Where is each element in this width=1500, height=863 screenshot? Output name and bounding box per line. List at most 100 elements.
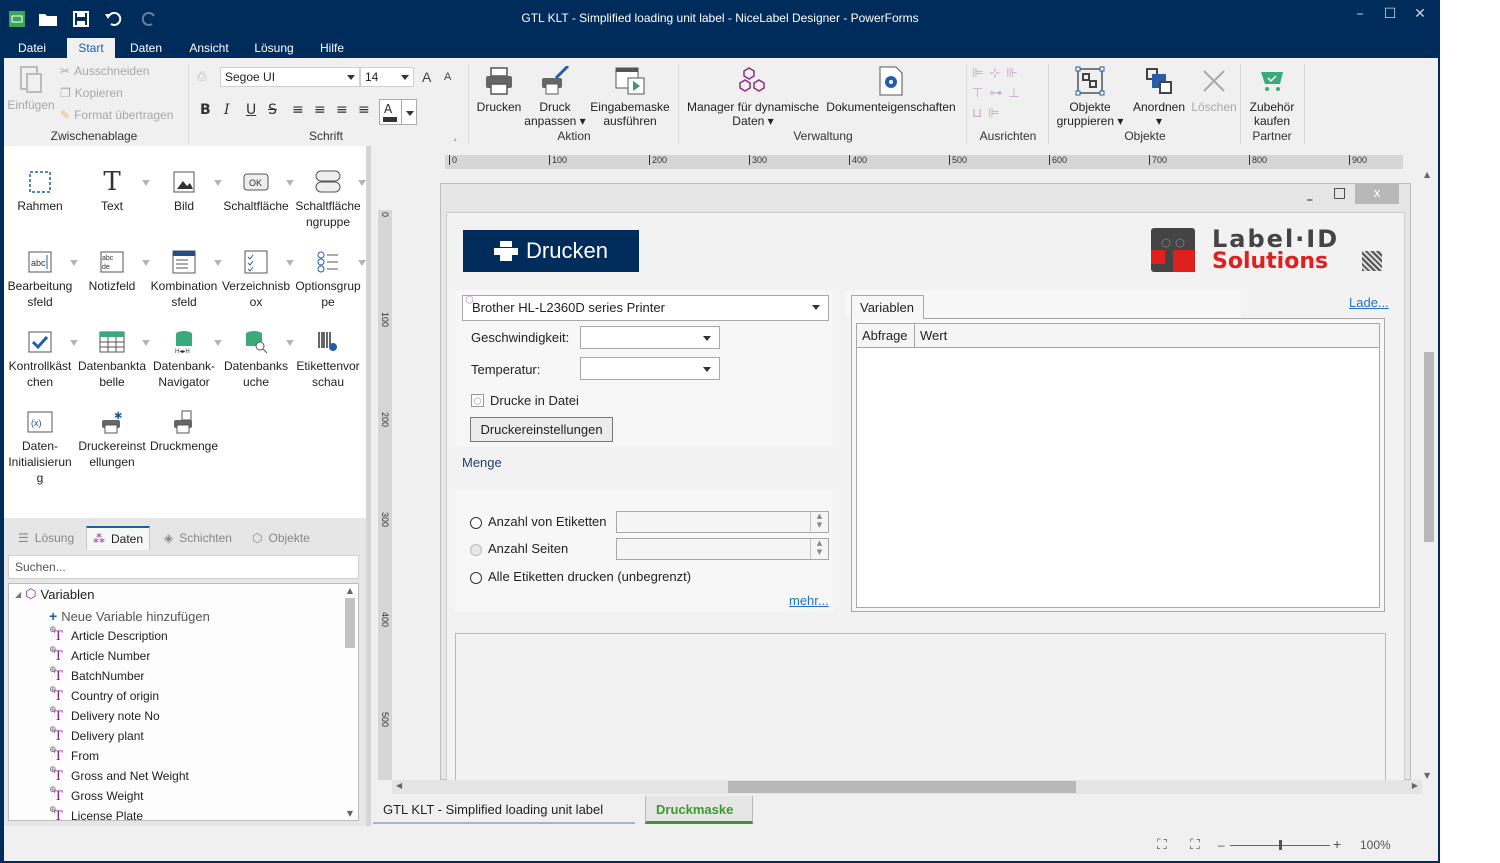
tool-database-search[interactable]: Datenbanks uche <box>220 328 294 390</box>
expand-triangle-icon[interactable]: ◢ <box>15 590 21 599</box>
more-link[interactable]: mehr... <box>789 593 829 608</box>
scroll-thumb[interactable] <box>728 781 1076 793</box>
tab-print-form[interactable]: Druckmaske <box>645 796 753 824</box>
dropdown-arrow-icon[interactable] <box>358 260 366 266</box>
horizontal-scrollbar[interactable]: ◀ ▶ <box>392 780 1422 794</box>
dialog-launcher-icon[interactable]: ⌟ <box>453 133 457 142</box>
variable-item[interactable]: ⊕ T From <box>49 745 99 764</box>
grow-font-button[interactable]: A <box>422 69 431 85</box>
variable-item[interactable]: ⊕ T Delivery plant <box>49 725 144 744</box>
tool-button[interactable]: OK Schaltfläche <box>220 168 294 214</box>
tool-memo-field[interactable]: abc de Notizfeld <box>76 248 150 294</box>
tool-data-init[interactable]: (x) Daten- Initialisierun g <box>4 408 76 486</box>
delete-button[interactable]: Löschen <box>1190 66 1238 114</box>
italic-button[interactable]: I <box>224 102 230 118</box>
tool-button-group[interactable]: Schaltfläche ngruppe <box>292 168 366 230</box>
variable-item[interactable]: ⊕ T Article Description <box>49 625 168 644</box>
page-count-input[interactable]: ▲ ▼ <box>616 538 829 560</box>
tool-database-navigator[interactable]: H◂▸H Datenbank- Navigator <box>148 328 222 390</box>
tab-daten[interactable]: ⁂ Daten <box>86 526 151 550</box>
align-icons-row-1[interactable]: ⊫⊹⊪ <box>972 64 1040 84</box>
variable-item[interactable]: ⊕ T Country of origin <box>49 685 159 704</box>
column-header-query[interactable]: Abfrage <box>862 328 908 343</box>
print-form-button[interactable]: Drucken <box>463 230 639 272</box>
tree-root-variables[interactable]: ◢ ⬡ Variablen <box>15 586 94 602</box>
menu-start[interactable]: Start <box>67 38 115 58</box>
tool-edit-field[interactable]: abc Bearbeitung sfeld <box>4 248 78 310</box>
document-properties-button[interactable]: Dokumenteigenschaften <box>824 66 958 114</box>
radio-label-count[interactable]: Anzahl von Etiketten <box>470 514 607 529</box>
scroll-thumb[interactable] <box>345 598 355 648</box>
underline-button[interactable]: U <box>246 102 256 118</box>
font-size-select[interactable]: 14 <box>360 67 414 87</box>
variable-item[interactable]: ⊕ T Article Number <box>49 645 150 664</box>
minimize-button[interactable]: – <box>1345 6 1375 28</box>
strikethrough-button[interactable]: S <box>268 102 277 118</box>
radio-button[interactable] <box>470 571 482 584</box>
menu-ansicht[interactable]: Ansicht <box>184 38 234 58</box>
scroll-down-icon[interactable]: ▼ <box>344 809 356 818</box>
tool-list-box[interactable]: Verzeichnisb ox <box>220 248 294 310</box>
tab-objekte[interactable]: ⬡ Objekte <box>246 526 316 550</box>
menu-hilfe[interactable]: Hilfe <box>312 38 352 58</box>
column-header-value[interactable]: Wert <box>920 328 947 343</box>
variable-item[interactable]: ⊕ T License Plate <box>49 805 143 820</box>
label-count-input[interactable]: ▲ ▼ <box>616 511 829 533</box>
menu-daten[interactable]: Daten <box>122 38 170 58</box>
variable-item[interactable]: ⊕ T BatchNumber <box>49 665 144 684</box>
zoom-out-button[interactable]: – <box>1218 838 1225 852</box>
run-form-button[interactable]: Eingabemaske ausführen <box>588 66 672 128</box>
close-button[interactable]: ✕ <box>1405 6 1435 28</box>
tool-frame[interactable]: Rahmen <box>4 168 76 214</box>
radio-all-labels[interactable]: Alle Etiketten drucken (unbegrenzt) <box>470 569 691 584</box>
font-color-button[interactable]: A <box>379 99 417 125</box>
align-left-icon[interactable]: ≡ <box>292 102 304 118</box>
tab-variables[interactable]: Variablen <box>851 295 924 319</box>
printer-settings-button[interactable]: Druckereinstellungen <box>470 417 613 442</box>
tool-label-preview[interactable]: Etikettenvor schau <box>292 328 364 390</box>
align-icons-row-3[interactable]: ⊔⊫ <box>972 104 1040 124</box>
zoom-in-button[interactable]: + <box>1333 836 1341 852</box>
maximize-button[interactable]: ☐ <box>1375 6 1405 28</box>
group-objects-button[interactable]: Objekte gruppieren ▾ <box>1054 66 1126 128</box>
menu-datei[interactable]: Datei <box>8 38 56 58</box>
tool-printer-settings[interactable]: ✱ Druckereinst ellungen <box>76 408 148 470</box>
print-button[interactable]: Drucken <box>474 66 524 114</box>
cut-button[interactable]: ✂ Ausschneiden <box>60 64 149 78</box>
radio-button[interactable] <box>470 516 482 529</box>
variable-item[interactable]: ⊕ T Gross Weight <box>49 785 143 804</box>
align-buttons[interactable]: ⊫⊹⊪ ⊤⊶⊥ ⊔⊫ <box>972 64 1040 124</box>
copy-button[interactable]: ❐ Kopieren <box>60 86 123 100</box>
dynamic-data-manager-button[interactable]: Manager für dynamische Daten ▾ <box>684 66 822 128</box>
tool-database-table[interactable]: Datenbankta belle <box>76 328 150 390</box>
align-center-icon[interactable]: ≡ <box>314 102 326 118</box>
fit-objects-icon[interactable]: ⛶ <box>1190 836 1200 853</box>
justify-icon[interactable]: ≡ <box>358 102 370 118</box>
scroll-up-icon[interactable]: ▲ <box>344 586 356 595</box>
scroll-down-icon[interactable]: ▼ <box>1424 771 1430 780</box>
format-painter-button[interactable]: ✎ Format übertragen <box>60 108 173 122</box>
scroll-thumb[interactable] <box>1424 352 1434 542</box>
load-link[interactable]: Lade... <box>1349 295 1389 310</box>
form-maximize-button[interactable]: □ <box>1333 185 1346 201</box>
align-icons-row-2[interactable]: ⊤⊶⊥ <box>972 84 1040 104</box>
tool-radio-group[interactable]: Optionsgrup pe <box>292 248 366 310</box>
buy-accessories-button[interactable]: Zubehör kaufen <box>1244 66 1300 128</box>
scroll-right-icon[interactable]: ▶ <box>1412 781 1418 790</box>
scroll-up-icon[interactable]: ▲ <box>1424 170 1430 179</box>
temperature-select[interactable] <box>580 357 720 380</box>
dropdown-arrow-icon[interactable] <box>358 180 366 186</box>
font-family-select[interactable]: Segoe UI <box>220 67 360 87</box>
arrange-button[interactable]: Anordnen ▾ <box>1128 66 1190 128</box>
fit-page-icon[interactable]: ⛶ <box>1157 836 1167 853</box>
bold-button[interactable]: B <box>200 102 211 118</box>
speed-select[interactable] <box>580 326 720 349</box>
zoom-slider-thumb[interactable] <box>1279 840 1282 850</box>
printer-select[interactable]: ⬡ Brother HL-L2360D series Printer <box>462 295 829 321</box>
vertical-scrollbar[interactable]: ▲ ▼ <box>1420 170 1438 780</box>
tool-print-quantity[interactable]: Druckmenge <box>148 408 220 454</box>
search-input[interactable]: Suchen... <box>8 555 359 579</box>
form-minimize-button[interactable]: _ <box>1307 188 1313 201</box>
checkbox-icon[interactable]: ⬡ <box>471 394 484 407</box>
tab-schichten[interactable]: ◈ Schichten <box>158 526 238 550</box>
